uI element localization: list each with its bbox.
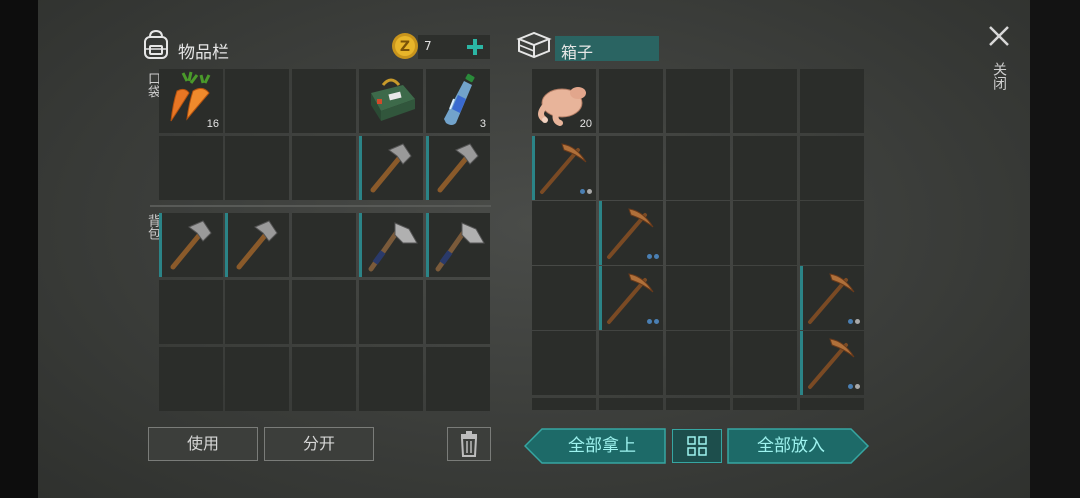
bottle-quantity: 3 (479, 118, 486, 130)
pocket-slot-3[interactable] (292, 69, 356, 133)
box-slot-28[interactable] (666, 398, 730, 410)
pocket-slot-9[interactable] (359, 136, 423, 200)
split-button[interactable]: 分开 (264, 427, 374, 461)
backpack-slot-12[interactable] (225, 347, 289, 411)
close-label[interactable]: 关闭 (989, 62, 1009, 90)
put-all-button[interactable]: 全部放入 (728, 429, 854, 463)
box-slot-10[interactable] (800, 136, 864, 200)
add-coins-icon[interactable] (465, 37, 485, 57)
pocket-slot-8[interactable] (292, 136, 356, 200)
box-slot-23[interactable] (666, 331, 730, 395)
backpack-slot-6[interactable] (159, 280, 223, 344)
section-divider (150, 205, 491, 207)
pocket-slot-1[interactable]: 16 (159, 69, 223, 133)
coin-icon: Z (392, 33, 418, 59)
box-slot-26[interactable] (532, 398, 596, 410)
medkit-bag-icon (371, 78, 415, 121)
box-slot-7[interactable] (599, 136, 663, 200)
backpack-slot-7[interactable] (225, 280, 289, 344)
box-slot-19[interactable] (733, 266, 797, 330)
trash-button[interactable] (447, 427, 491, 461)
backpack-slot-4[interactable] (359, 213, 423, 277)
backpack-icon (144, 29, 168, 59)
box-slot-8[interactable] (666, 136, 730, 200)
backpack-slot-8[interactable] (292, 280, 356, 344)
box-title: 箱子 (561, 43, 594, 62)
backpack-slot-10[interactable] (426, 280, 490, 344)
box-slot-20[interactable] (800, 266, 864, 330)
right-edge-bar (1030, 0, 1080, 498)
box-slot-22[interactable] (599, 331, 663, 395)
stone-hammer-icon (170, 220, 212, 270)
backpack-slot-1[interactable] (159, 213, 223, 277)
use-button[interactable]: 使用 (148, 427, 258, 461)
box-slot-30[interactable] (800, 398, 864, 410)
box-slot-13[interactable] (666, 201, 730, 265)
carrot-quantity: 16 (206, 118, 219, 130)
take-all-button[interactable]: 全部拿上 (538, 429, 666, 463)
backpack-slot-11[interactable] (159, 347, 223, 411)
box-slot-17[interactable] (599, 266, 663, 330)
box-slot-25[interactable] (800, 331, 864, 395)
box-slot-27[interactable] (599, 398, 663, 410)
box-slot-18[interactable] (666, 266, 730, 330)
inventory-title: 物品栏 (178, 43, 229, 63)
box-slot-1[interactable]: 20 (532, 69, 596, 133)
box-slot-29[interactable] (733, 398, 797, 410)
box-slot-5[interactable] (800, 69, 864, 133)
box-slot-2[interactable] (599, 69, 663, 133)
backpack-slot-13[interactable] (292, 347, 356, 411)
backpack-slot-15[interactable] (426, 347, 490, 411)
trash-icon (460, 431, 478, 457)
pocket-slot-7[interactable] (225, 136, 289, 200)
pocket-slot-4[interactable] (359, 69, 423, 133)
stone-hammer-icon (437, 143, 479, 193)
backpack-slot-9[interactable] (359, 280, 423, 344)
hatchet-icon (368, 222, 418, 272)
box-icon (516, 31, 552, 59)
box-slot-14[interactable] (733, 201, 797, 265)
box-slot-16[interactable] (532, 266, 596, 330)
pocket-slot-6[interactable] (159, 136, 223, 200)
backpack-slot-3[interactable] (292, 213, 356, 277)
close-icon[interactable] (987, 24, 1011, 48)
box-slot-24[interactable] (733, 331, 797, 395)
box-slot-6[interactable] (532, 136, 596, 200)
box-slot-4[interactable] (733, 69, 797, 133)
box-slot-9[interactable] (733, 136, 797, 200)
stone-hammer-icon (236, 220, 278, 270)
backpack-slot-14[interactable] (359, 347, 423, 411)
box-slot-21[interactable] (532, 331, 596, 395)
hatchet-icon (435, 222, 485, 272)
pocket-slot-5[interactable]: 3 (426, 69, 490, 133)
grid-layout-icon (687, 436, 707, 456)
box-slot-15[interactable] (800, 201, 864, 265)
stone-hammer-icon (370, 143, 412, 193)
box-slot-11[interactable] (532, 201, 596, 265)
backpack-slot-2[interactable] (225, 213, 289, 277)
chicken-quantity: 20 (579, 118, 592, 130)
pocket-slot-10[interactable] (426, 136, 490, 200)
svg-text:Z: Z (400, 39, 410, 55)
box-slot-12[interactable] (599, 201, 663, 265)
pocket-slot-2[interactable] (225, 69, 289, 133)
layout-toggle-button[interactable] (672, 429, 722, 463)
box-slot-3[interactable] (666, 69, 730, 133)
coin-count: 7 (424, 39, 432, 53)
backpack-slot-5[interactable] (426, 213, 490, 277)
